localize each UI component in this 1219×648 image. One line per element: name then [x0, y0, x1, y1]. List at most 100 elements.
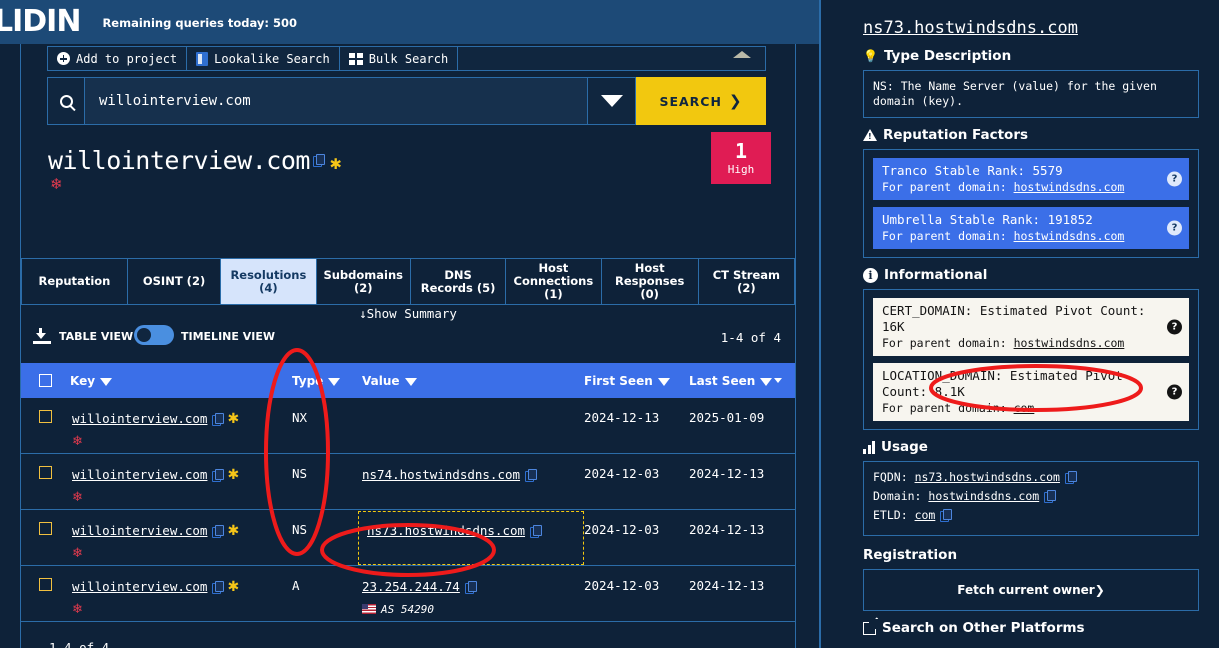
favorite-star-icon-row[interactable]: ✱ — [227, 578, 239, 594]
usage-domain-value[interactable]: hostwindsdns.com — [928, 489, 1039, 503]
search-input[interactable] — [85, 77, 588, 125]
usage-fqdn-label: FQDN: — [873, 470, 908, 484]
cell-first-seen: 2024-12-03 — [584, 578, 660, 593]
copy-icon-etld[interactable] — [940, 509, 953, 522]
cell-first-seen: 2024-12-03 — [584, 466, 660, 481]
chip-parent-domain-link[interactable]: hostwindsdns.com — [1014, 336, 1125, 350]
usage-etld-label: ETLD: — [873, 508, 908, 522]
column-header-value[interactable]: Value — [362, 374, 584, 388]
copy-icon-domain[interactable] — [1044, 490, 1057, 503]
show-summary-toggle[interactable]: ↓Show Summary — [21, 306, 795, 321]
help-icon[interactable]: ? — [1167, 319, 1182, 335]
row-checkbox[interactable] — [39, 410, 52, 423]
detail-title-link[interactable]: ns73.hostwindsdns.com — [863, 18, 1199, 38]
filter-icon-last-seen[interactable] — [760, 377, 773, 386]
usage-fqdn-value[interactable]: ns73.hostwindsdns.com — [915, 470, 1060, 484]
copy-icon-key[interactable] — [212, 469, 225, 482]
tab-host-responses-0[interactable]: Host Responses (0) — [602, 259, 699, 304]
chevron-up-icon[interactable] — [733, 51, 751, 58]
help-icon[interactable]: ? — [1167, 171, 1182, 187]
key-link[interactable]: willointerview.com — [72, 467, 207, 482]
informational-chip: LOCATION_DOMAIN: Estimated Pivot Count: … — [873, 363, 1189, 421]
filter-icon-first-seen[interactable] — [657, 377, 670, 386]
bulk-search-button[interactable]: Bulk Search — [338, 46, 458, 71]
informational-box: CERT_DOMAIN: Estimated Pivot Count: 16K F… — [863, 289, 1199, 430]
column-header-last-seen[interactable]: Last Seen — [689, 374, 795, 388]
filter-icon-key[interactable] — [100, 377, 113, 386]
tab-reputation[interactable]: Reputation — [21, 259, 128, 304]
cell-key: willointerview.com ✱ ❄ — [70, 522, 292, 562]
toolbar-collapse-area[interactable] — [457, 46, 766, 71]
select-all-checkbox[interactable] — [39, 374, 52, 387]
cell-first-seen: 2024-12-03 — [584, 522, 660, 537]
fetch-current-owner-button[interactable]: Fetch current owner❯ — [863, 569, 1199, 611]
chip-parent-domain-link[interactable]: hostwindsdns.com — [1014, 229, 1125, 243]
table-row[interactable]: willointerview.com ✱ ❄ NS ns73.hostwindsdns.… — [21, 510, 795, 566]
tab-ct-stream-2[interactable]: CT Stream (2) — [699, 259, 796, 304]
view-mode-toggle[interactable] — [134, 325, 174, 345]
registration-heading: Registration — [863, 547, 958, 563]
key-link[interactable]: willointerview.com — [72, 411, 207, 426]
copy-icon-value[interactable] — [525, 469, 538, 482]
row-risk-icons: ❄ — [72, 600, 292, 618]
help-icon[interactable]: ? — [1167, 220, 1182, 236]
column-header-first-seen[interactable]: First Seen — [584, 374, 689, 388]
chip-parent-domain-link[interactable]: hostwindsdns.com — [1014, 180, 1125, 194]
cell-type: A — [292, 578, 300, 593]
usage-domain-row: Domain: hostwindsdns.com — [873, 489, 1189, 504]
tab-osint-2[interactable]: OSINT (2) — [128, 259, 222, 304]
search-filter-button[interactable] — [588, 77, 636, 125]
value-link[interactable]: 23.254.244.74 — [362, 579, 460, 594]
search-icon — [59, 94, 73, 108]
download-icon[interactable] — [33, 328, 51, 344]
tab-host-connections-1[interactable]: Host Connections (1) — [506, 259, 602, 304]
tab-resolutions-4[interactable]: Resolutions (4) — [221, 259, 317, 304]
favorite-star-icon-row[interactable]: ✱ — [227, 466, 239, 482]
favorite-star-icon[interactable]: ✱ — [330, 152, 341, 174]
tab-label: Reputation — [38, 274, 111, 288]
resolutions-table: Key Type Value First Seen Last Seen will… — [21, 363, 795, 648]
risk-star-icon-row: ❄ — [72, 489, 83, 504]
usage-box: FQDN: ns73.hostwindsdns.com Domain: host… — [863, 461, 1199, 536]
favorite-star-icon-row[interactable]: ✱ — [227, 522, 239, 538]
table-row[interactable]: willointerview.com ✱ ❄ NX 2024-12-13 2025-01-… — [21, 398, 795, 454]
tab-dns-records-5[interactable]: DNS Records (5) — [411, 259, 507, 304]
row-checkbox[interactable] — [39, 466, 52, 479]
type-description-text: NS: The Name Server (value) for the give… — [873, 79, 1157, 108]
usage-etld-value[interactable]: com — [915, 508, 936, 522]
value-link[interactable]: ns73.hostwindsdns.com — [367, 523, 525, 538]
table-row[interactable]: willointerview.com ✱ ❄ A 23.254.244.74 AS 542… — [21, 566, 795, 622]
column-header-key[interactable]: Key — [70, 374, 292, 388]
row-checkbox[interactable] — [39, 578, 52, 591]
risk-star-icon: ❄ — [50, 176, 63, 193]
filter-icon-type[interactable] — [328, 377, 341, 386]
help-icon[interactable]: ? — [1167, 384, 1182, 400]
copy-icon-value[interactable] — [464, 581, 477, 594]
cell-key: willointerview.com ✱ ❄ — [70, 466, 292, 506]
chip-parent-domain-link[interactable]: com — [1014, 401, 1035, 415]
copy-icon[interactable] — [312, 154, 325, 167]
copy-icon-value[interactable] — [530, 525, 543, 538]
search-submit-button[interactable]: SEARCH ❯ — [636, 77, 766, 125]
copy-icon-key[interactable] — [212, 525, 225, 538]
key-link[interactable]: willointerview.com — [72, 523, 207, 538]
lookalike-search-button[interactable]: Lookalike Search — [186, 46, 339, 71]
column-header-type[interactable]: Type — [292, 374, 362, 388]
tab-label: CT Stream (2) — [712, 267, 781, 295]
copy-icon-fqdn[interactable] — [1064, 471, 1077, 484]
sort-descending-icon[interactable] — [774, 377, 783, 383]
add-to-project-button[interactable]: Add to project — [47, 46, 187, 71]
row-checkbox[interactable] — [39, 522, 52, 535]
copy-icon-key[interactable] — [212, 581, 225, 594]
copy-icon-key[interactable] — [212, 413, 225, 426]
favorite-star-icon-row[interactable]: ✱ — [227, 410, 239, 426]
value-link[interactable]: ns74.hostwindsdns.com — [362, 467, 520, 482]
tab-subdomains-2[interactable]: Subdomains (2) — [317, 259, 411, 304]
filter-icon-value[interactable] — [404, 377, 417, 386]
usage-heading: Usage — [863, 439, 1199, 455]
key-link[interactable]: willointerview.com — [72, 579, 207, 594]
toggle-knob — [137, 328, 151, 342]
detail-panel: ns73.hostwindsdns.com 💡 Type Description… — [819, 0, 1219, 648]
table-row[interactable]: willointerview.com ✱ ❄ NS ns74.hostwindsdns.… — [21, 454, 795, 510]
informational-heading: i Informational — [863, 267, 1199, 283]
